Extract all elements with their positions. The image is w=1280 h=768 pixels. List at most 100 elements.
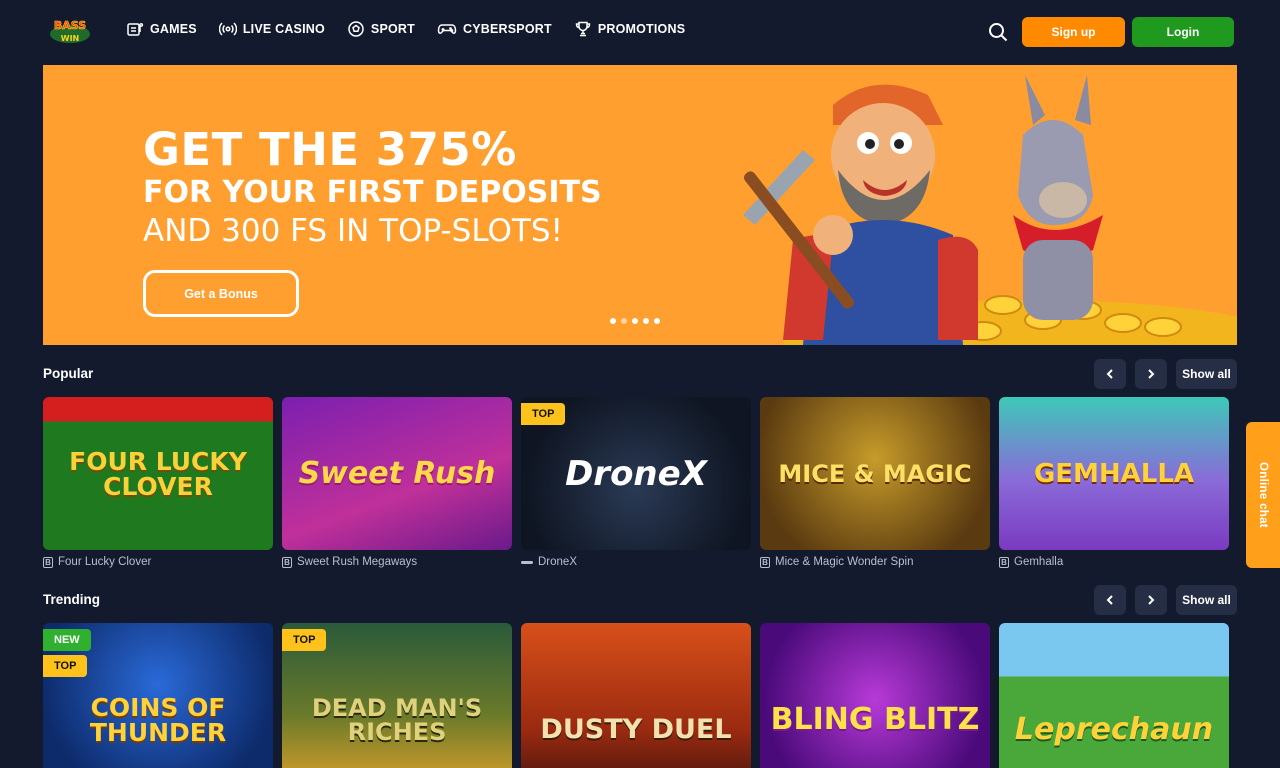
- game-card[interactable]: MICE & MAGIC B Mice & Magic Wonder Spin: [760, 397, 990, 569]
- chevron-left-icon: [1106, 595, 1113, 605]
- game-card[interactable]: DUSTY DUEL: [521, 623, 751, 768]
- game-card[interactable]: Leprechaun: [999, 623, 1229, 768]
- nav-sport-label: SPORT: [370, 22, 415, 36]
- game-caption: DroneX: [521, 555, 751, 569]
- miner-donkey-illustration: [743, 75, 1237, 345]
- game-name: Gemhalla: [1014, 556, 1064, 568]
- logo[interactable]: BASS WIN: [46, 16, 94, 46]
- carousel-dot[interactable]: [643, 318, 649, 324]
- banner-offer: AND 300 FS IN TOP-SLOTS!: [143, 213, 563, 249]
- popular-show-all-button[interactable]: Show all: [1176, 359, 1237, 389]
- game-art-title: COINS OF THUNDER: [89, 692, 227, 747]
- top-badge: TOP: [521, 403, 566, 425]
- game-thumbnail[interactable]: Leprechaun: [999, 623, 1229, 768]
- slot-machine-icon: [127, 23, 144, 36]
- game-art-title: DEAD MAN'S RICHES: [311, 693, 483, 746]
- game-thumbnail[interactable]: DEAD MAN'S RICHES TOP: [282, 623, 512, 768]
- carousel-dot-active[interactable]: [621, 318, 627, 324]
- game-art-title: Leprechaun: [1014, 711, 1214, 747]
- nav-cybersport[interactable]: CYBERSPORT: [437, 20, 552, 38]
- provider-icon: B: [282, 556, 292, 568]
- game-thumbnail[interactable]: MICE & MAGIC: [760, 397, 990, 550]
- game-card[interactable]: DEAD MAN'S RICHES TOP: [282, 623, 512, 768]
- promo-banner[interactable]: GET THE 375% FOR YOUR FIRST DEPOSITS AND…: [43, 65, 1237, 345]
- trending-prev-button[interactable]: [1094, 585, 1126, 615]
- carousel-dot[interactable]: [654, 318, 660, 324]
- game-card[interactable]: FOUR LUCKY CLOVER B Four Lucky Clover: [43, 397, 273, 569]
- popular-section-title: Popular: [43, 366, 94, 381]
- trending-next-button[interactable]: [1135, 585, 1167, 615]
- game-card[interactable]: BLING BLITZ: [760, 623, 990, 768]
- trending-show-all-button[interactable]: Show all: [1176, 585, 1237, 615]
- chevron-right-icon: [1148, 595, 1155, 605]
- trending-section-title: Trending: [43, 592, 100, 607]
- game-card[interactable]: Sweet Rush B Sweet Rush Megaways: [282, 397, 512, 569]
- banner-subheadline: FOR YOUR FIRST DEPOSITS: [143, 175, 602, 210]
- main-nav: GAMES LIVE CASINO SPORT CYBERSPORT PROMO…: [126, 20, 707, 38]
- game-thumbnail[interactable]: Sweet Rush: [282, 397, 512, 550]
- provider-icon: B: [760, 556, 770, 568]
- top-badge: TOP: [43, 655, 88, 677]
- game-caption: B Gemhalla: [999, 555, 1229, 569]
- nav-games-label: GAMES: [150, 22, 197, 36]
- search-button[interactable]: [987, 21, 1009, 43]
- top-badge: TOP: [282, 629, 327, 651]
- game-name: Sweet Rush Megaways: [297, 556, 418, 568]
- signup-button[interactable]: Sign up: [1022, 17, 1125, 47]
- chevron-left-icon: [1106, 369, 1113, 379]
- game-thumbnail[interactable]: BLING BLITZ: [760, 623, 990, 768]
- online-chat-label: Online chat: [1257, 462, 1269, 528]
- soccer-ball-icon: [348, 21, 364, 37]
- carousel-dots: [610, 318, 660, 324]
- login-button[interactable]: Login: [1132, 17, 1234, 47]
- game-thumbnail[interactable]: FOUR LUCKY CLOVER: [43, 397, 273, 550]
- broadcast-icon: [218, 22, 237, 36]
- nav-cybersport-label: CYBERSPORT: [462, 22, 552, 36]
- game-name: DroneX: [538, 556, 577, 568]
- game-thumbnail[interactable]: GEMHALLA: [999, 397, 1229, 550]
- carousel-dot[interactable]: [632, 318, 638, 324]
- logo-text-top: BASS: [54, 19, 86, 32]
- chevron-right-icon: [1148, 369, 1155, 379]
- game-card[interactable]: GEMHALLA B Gemhalla: [999, 397, 1229, 569]
- online-chat-tab[interactable]: Online chat: [1246, 422, 1280, 568]
- game-art-title: BLING BLITZ: [770, 701, 980, 737]
- game-art-title: DroneX: [565, 453, 707, 494]
- trophy-icon: [575, 21, 591, 37]
- provider-icon: B: [999, 556, 1009, 568]
- trending-games-row: COINS OF THUNDER NEW TOP DEAD MAN'S RICH…: [43, 623, 1229, 768]
- nav-live-casino-label: LIVE CASINO: [242, 22, 325, 36]
- game-art-title: GEMHALLA: [1033, 458, 1195, 489]
- game-caption: B Four Lucky Clover: [43, 555, 273, 569]
- popular-prev-button[interactable]: [1094, 359, 1126, 389]
- popular-games-row: FOUR LUCKY CLOVER B Four Lucky Clover Sw…: [43, 397, 1229, 569]
- game-art-title: Sweet Rush: [298, 455, 496, 491]
- game-caption: B Mice & Magic Wonder Spin: [760, 555, 990, 569]
- game-name: Four Lucky Clover: [58, 556, 152, 568]
- logo-text-bottom: WIN: [61, 34, 80, 43]
- carousel-dot[interactable]: [610, 318, 616, 324]
- nav-games[interactable]: GAMES: [126, 20, 197, 38]
- game-thumbnail[interactable]: DUSTY DUEL: [521, 623, 751, 768]
- game-thumbnail[interactable]: DroneX TOP: [521, 397, 751, 550]
- popular-next-button[interactable]: [1135, 359, 1167, 389]
- game-caption: B Sweet Rush Megaways: [282, 555, 512, 569]
- nav-promotions[interactable]: PROMOTIONS: [574, 20, 685, 38]
- nav-sport[interactable]: SPORT: [347, 20, 415, 38]
- get-bonus-button[interactable]: Get a Bonus: [143, 270, 299, 317]
- game-thumbnail[interactable]: COINS OF THUNDER NEW TOP: [43, 623, 273, 768]
- nav-live-casino[interactable]: LIVE CASINO: [218, 20, 325, 38]
- banner-headline: GET THE 375%: [143, 123, 517, 176]
- game-art-title: FOUR LUCKY CLOVER: [69, 446, 247, 501]
- game-art-title: DUSTY DUEL: [540, 714, 732, 745]
- new-badge: NEW: [43, 629, 91, 651]
- game-card[interactable]: DroneX TOP DroneX: [521, 397, 751, 569]
- nav-promotions-label: PROMOTIONS: [597, 22, 686, 36]
- game-card[interactable]: COINS OF THUNDER NEW TOP: [43, 623, 273, 768]
- site-header: BASS WIN GAMES LIVE CASINO SPORT CYBERSP…: [0, 0, 1280, 64]
- provider-icon: B: [43, 556, 53, 568]
- game-name: Mice & Magic Wonder Spin: [775, 556, 914, 568]
- game-art-title: MICE & MAGIC: [778, 459, 972, 488]
- gamepad-icon: [437, 24, 457, 34]
- search-icon: [989, 23, 1008, 42]
